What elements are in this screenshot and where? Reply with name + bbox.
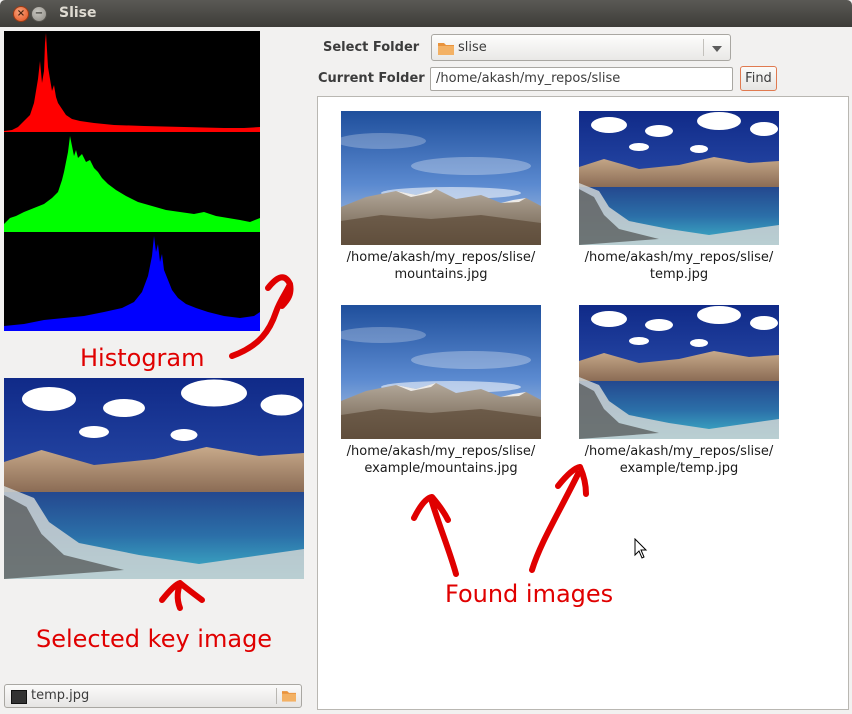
result-thumbnail-4[interactable]	[579, 305, 779, 439]
key-image-file-button[interactable]: temp.jpg	[4, 684, 302, 708]
result-caption-2: /home/akash/my_repos/slise/ temp.jpg	[564, 249, 794, 283]
histogram-blue	[4, 232, 260, 331]
annotation-key-image: Selected key image	[36, 625, 273, 653]
current-folder-label: Current Folder	[318, 71, 425, 86]
combo-separator	[703, 39, 704, 56]
folder-icon	[282, 689, 296, 702]
result-thumbnail-2[interactable]	[579, 111, 779, 245]
result-caption-3-line2: example/mountains.jpg	[364, 461, 518, 476]
annotation-histogram: Histogram	[80, 344, 205, 372]
select-folder-combo[interactable]: slise	[431, 34, 731, 61]
minimize-window-button[interactable]: −	[31, 6, 47, 22]
result-caption-4-line1: /home/akash/my_repos/slise/	[584, 444, 774, 459]
result-caption-1-line1: /home/akash/my_repos/slise/	[346, 250, 536, 265]
result-caption-3-line1: /home/akash/my_repos/slise/	[346, 444, 536, 459]
title-bar: × − Slise	[0, 0, 852, 27]
close-window-button[interactable]: ×	[13, 6, 29, 22]
histogram-red	[4, 31, 260, 132]
select-folder-label: Select Folder	[323, 40, 420, 55]
histogram-green-plot	[4, 136, 260, 232]
result-caption-4: /home/akash/my_repos/slise/ example/temp…	[564, 443, 794, 477]
result-caption-1-line2: mountains.jpg	[394, 267, 488, 282]
image-file-icon	[11, 690, 27, 704]
result-caption-1: /home/akash/my_repos/slise/ mountains.jp…	[326, 249, 556, 283]
annotation-found-images: Found images	[445, 580, 614, 608]
result-caption-4-line2: example/temp.jpg	[619, 461, 739, 476]
selected-key-image	[4, 378, 304, 579]
folder-icon	[438, 41, 454, 55]
find-button[interactable]: Find	[740, 66, 777, 91]
select-folder-value: slise	[458, 40, 487, 55]
key-image-filename: temp.jpg	[31, 688, 90, 703]
result-caption-2-line1: /home/akash/my_repos/slise/	[584, 250, 774, 265]
histogram-red-plot	[4, 33, 260, 132]
key-image-arrow	[159, 580, 205, 611]
result-caption-2-line2: temp.jpg	[649, 267, 709, 282]
current-folder-input[interactable]: /home/akash/my_repos/slise	[430, 67, 733, 91]
close-icon: ×	[16, 8, 26, 19]
file-button-separator	[276, 688, 277, 704]
result-thumbnail-3[interactable]	[341, 305, 541, 439]
minimize-icon: −	[34, 8, 44, 19]
result-thumbnail-1[interactable]	[341, 111, 541, 245]
histogram-blue-plot	[4, 236, 260, 331]
window-title: Slise	[59, 5, 97, 21]
mouse-cursor-icon	[634, 538, 648, 559]
chevron-down-icon	[712, 46, 722, 52]
result-caption-3: /home/akash/my_repos/slise/ example/moun…	[326, 443, 556, 477]
histogram-green	[4, 132, 260, 232]
